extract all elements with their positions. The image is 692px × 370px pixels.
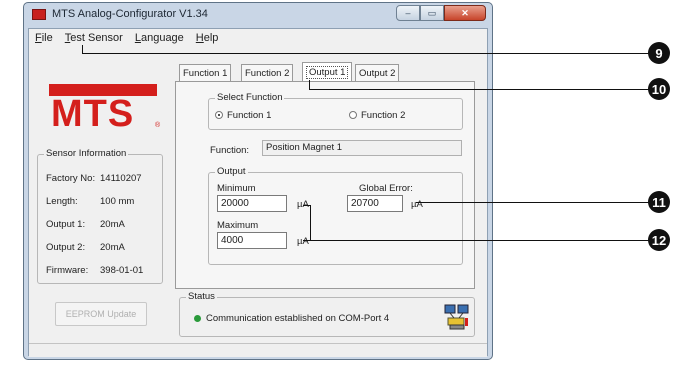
maximize-button[interactable]: ▭ [420,5,444,21]
menu-file[interactable]: File [35,32,53,44]
global-error-label: Global Error: [359,183,413,194]
menu-language[interactable]: Language [135,32,184,44]
callout-11-line [416,202,650,203]
radio-function-2-label: Function 2 [361,110,406,121]
window-title: MTS Analog-Configurator V1.34 [52,8,208,20]
global-error-unit: µA [411,199,423,210]
status-message: Communication established on COM-Port 4 [206,313,390,324]
callout-12-tick-top [303,205,311,206]
function-field: Position Magnet 1 [262,140,462,156]
radio-function-2[interactable]: Function 2 [349,110,405,121]
length-value: 100 mm [100,196,135,207]
maximum-input[interactable]: 4000 [217,232,287,249]
output-1-panel: Select Function Function 1 Function 2 Fu… [175,81,475,289]
app-icon [32,9,46,20]
output2-value: 20mA [100,242,125,253]
app-window: MTS Analog-Configurator V1.34 – ▭ ✕ File… [23,2,493,360]
tab-function-2[interactable]: Function 2 [241,64,294,82]
menu-bar: File Test Sensor Language Help [29,29,487,47]
radio-checked-icon [215,111,223,119]
close-button[interactable]: ✕ [444,5,486,21]
minimum-input[interactable]: 20000 [217,195,287,212]
status-indicator-icon [194,315,201,322]
logo-text: MTS [51,93,135,135]
eeprom-update-button[interactable]: EEPROM Update [55,302,147,326]
client-area: File Test Sensor Language Help MTS ® Sen… [28,28,488,357]
callout-12-vline [310,205,311,240]
output-group: Output Minimum 20000 µA Maximum 4000 µA … [208,166,463,265]
callout-9-tick [82,45,83,54]
callout-9-line [82,53,650,54]
select-function-group: Select Function Function 1 Function 2 [208,92,463,130]
status-group: Status Communication established on COM-… [179,291,475,337]
maximum-unit: µA [297,236,309,247]
global-error-input[interactable]: 20700 [347,195,403,212]
sensor-information-title: Sensor Information [44,148,129,160]
tab-output-1[interactable]: Output 1 [302,62,353,82]
mts-logo: MTS ® [49,84,161,134]
tab-function-1[interactable]: Function 1 [179,64,232,82]
output1-label: Output 1: [46,219,86,230]
factory-no-label: Factory No: [46,173,96,184]
select-function-title: Select Function [215,92,285,104]
menu-help[interactable]: Help [196,32,219,44]
callout-9: 9 [648,42,670,64]
registered-mark: ® [155,122,161,129]
length-label: Length: [46,196,78,207]
menu-test-sensor[interactable]: Test Sensor [65,32,123,44]
callout-12: 12 [648,229,670,251]
window-status-bar [29,343,487,357]
radio-function-1[interactable]: Function 1 [215,110,271,121]
tab-output-1-label: Output 1 [306,66,349,79]
callout-12-line [303,240,650,241]
callout-11: 11 [648,191,670,213]
callout-10-line [309,89,650,90]
output1-value: 20mA [100,219,125,230]
callout-10-tick [309,80,310,89]
output-title: Output [215,166,248,178]
minimum-label: Minimum [217,183,256,194]
tab-output-2[interactable]: Output 2 [355,64,400,82]
output2-label: Output 2: [46,242,86,253]
caption-buttons: – ▭ ✕ [396,5,486,23]
callout-10: 10 [648,78,670,100]
radio-function-1-label: Function 1 [227,110,272,121]
maximum-label: Maximum [217,220,259,231]
function-label: Function: [210,145,250,156]
sensor-information-group: Sensor Information Factory No: 14110207 … [37,148,163,284]
firmware-value: 398-01-01 [100,265,144,276]
status-title: Status [186,291,217,303]
network-computers-icon [444,304,469,330]
title-bar[interactable]: MTS Analog-Configurator V1.34 – ▭ ✕ [24,3,492,27]
radio-unchecked-icon [349,111,357,119]
firmware-label: Firmware: [46,265,89,276]
minimize-button[interactable]: – [396,5,420,21]
factory-no-value: 14110207 [100,173,142,184]
